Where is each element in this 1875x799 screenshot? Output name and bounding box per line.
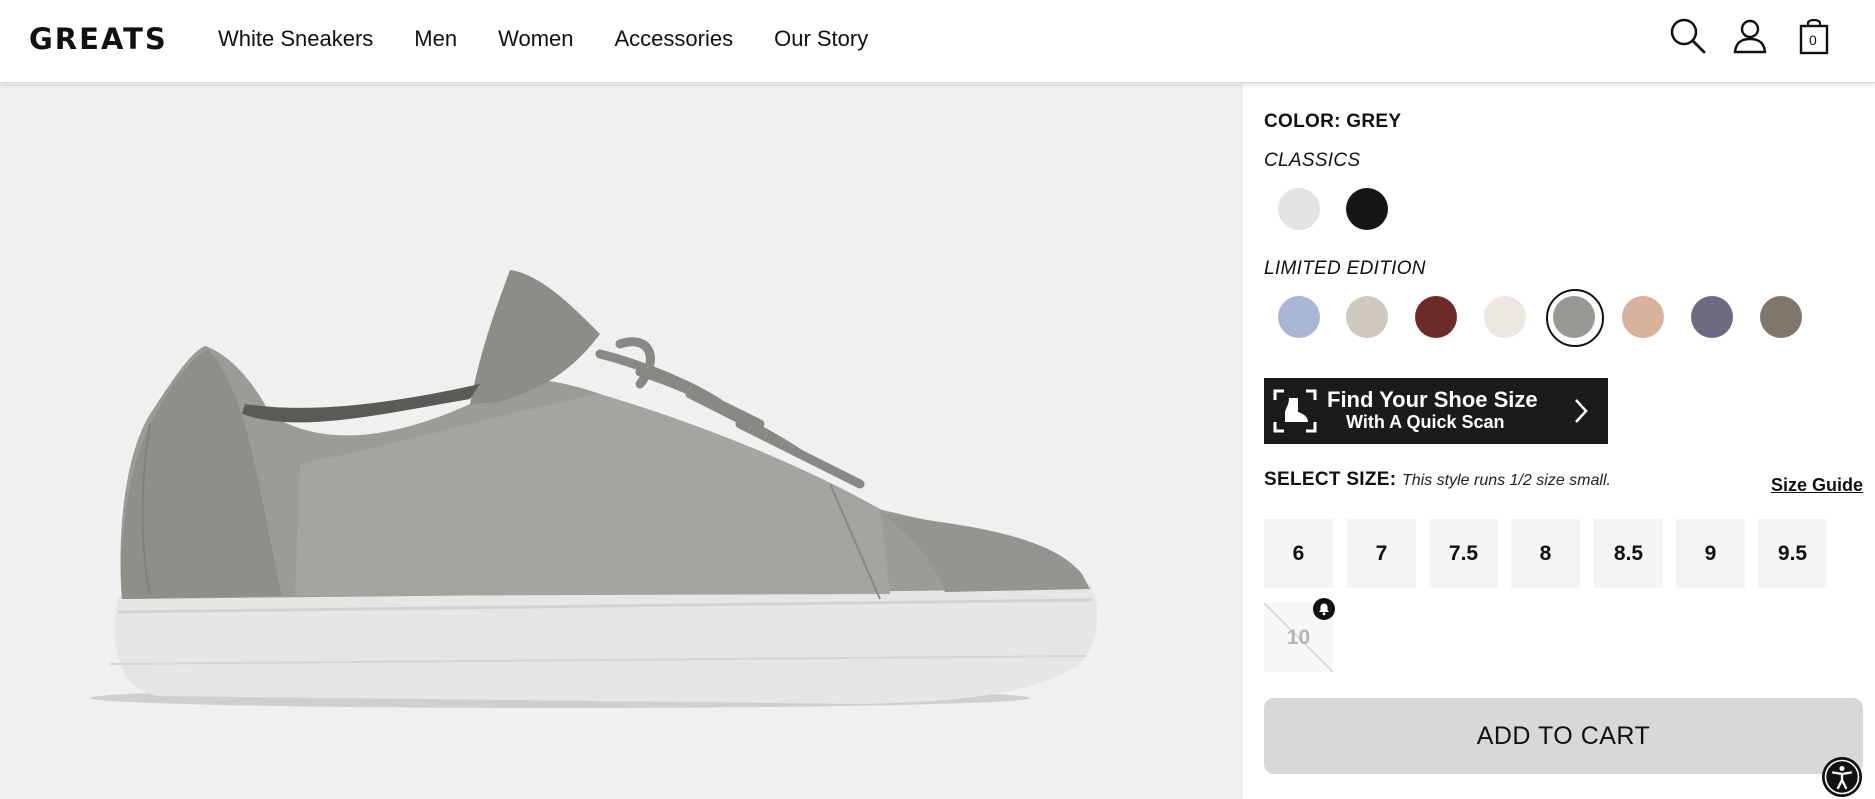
swatch-limited-burgundy[interactable]	[1415, 296, 1457, 338]
swatch-limited-snake[interactable]	[1346, 296, 1388, 338]
size-guide-link[interactable]: Size Guide	[1771, 475, 1863, 496]
swatch-limited-camo[interactable]	[1760, 296, 1802, 338]
search-icon[interactable]	[1668, 16, 1708, 56]
nav-accessories[interactable]: Accessories	[615, 26, 734, 52]
swatch-classics-black[interactable]	[1346, 188, 1388, 230]
size-option-7-5[interactable]: 7.5	[1429, 519, 1498, 588]
nav-men[interactable]: Men	[414, 26, 457, 52]
notify-bell-icon[interactable]	[1312, 597, 1336, 621]
product-image[interactable]	[0, 84, 1243, 799]
swatch-classics-white[interactable]	[1278, 188, 1320, 230]
size-fit-note: This style runs 1/2 size small.	[1402, 472, 1611, 489]
product-options-panel: COLOR: GREY CLASSICS LIMITED EDITION Fin…	[1243, 84, 1875, 799]
swatch-limited-grey[interactable]	[1546, 289, 1604, 347]
main-nav: White Sneakers Men Women Accessories Our…	[218, 26, 909, 52]
site-header: GREATS White Sneakers Men Women Accessor…	[0, 0, 1875, 83]
swatch-limited-slate[interactable]	[1691, 296, 1733, 338]
size-option-6[interactable]: 6	[1264, 519, 1333, 588]
add-to-cart-button[interactable]: ADD TO CART	[1264, 698, 1863, 774]
size-option-7[interactable]: 7	[1347, 519, 1416, 588]
user-icon[interactable]	[1730, 16, 1770, 56]
color-label: COLOR: GREY	[1264, 111, 1402, 132]
swatch-limited-blush[interactable]	[1622, 296, 1664, 338]
chevron-right-icon	[1575, 399, 1588, 423]
size-option-9-5[interactable]: 9.5	[1758, 519, 1827, 588]
nav-women[interactable]: Women	[498, 26, 573, 52]
select-size-label: SELECT SIZE:	[1264, 469, 1397, 490]
swatch-limited-blue-white[interactable]	[1278, 296, 1320, 338]
limited-edition-label: LIMITED EDITION	[1264, 258, 1426, 279]
accessibility-icon[interactable]	[1822, 757, 1862, 797]
nav-our-story[interactable]: Our Story	[774, 26, 868, 52]
find-shoe-size-button[interactable]: Find Your Shoe Size With A Quick Scan	[1264, 378, 1608, 444]
size-option-8-5[interactable]: 8.5	[1594, 519, 1663, 588]
cart-count: 0	[1809, 32, 1817, 48]
nav-white-sneakers[interactable]: White Sneakers	[218, 26, 373, 52]
size-10-label: 10	[1286, 625, 1311, 649]
sneaker-image	[90, 270, 1098, 708]
size-option-8[interactable]: 8	[1511, 519, 1580, 588]
scan-subtitle: With A Quick Scan	[1346, 412, 1505, 432]
size-option-9[interactable]: 9	[1676, 519, 1745, 588]
swatch-limited-cream[interactable]	[1484, 296, 1526, 338]
brand-logo[interactable]: GREATS	[29, 22, 168, 56]
scan-title: Find Your Shoe Size	[1327, 387, 1538, 412]
foot-scan-icon	[1273, 389, 1317, 433]
classics-label: CLASSICS	[1264, 150, 1361, 171]
